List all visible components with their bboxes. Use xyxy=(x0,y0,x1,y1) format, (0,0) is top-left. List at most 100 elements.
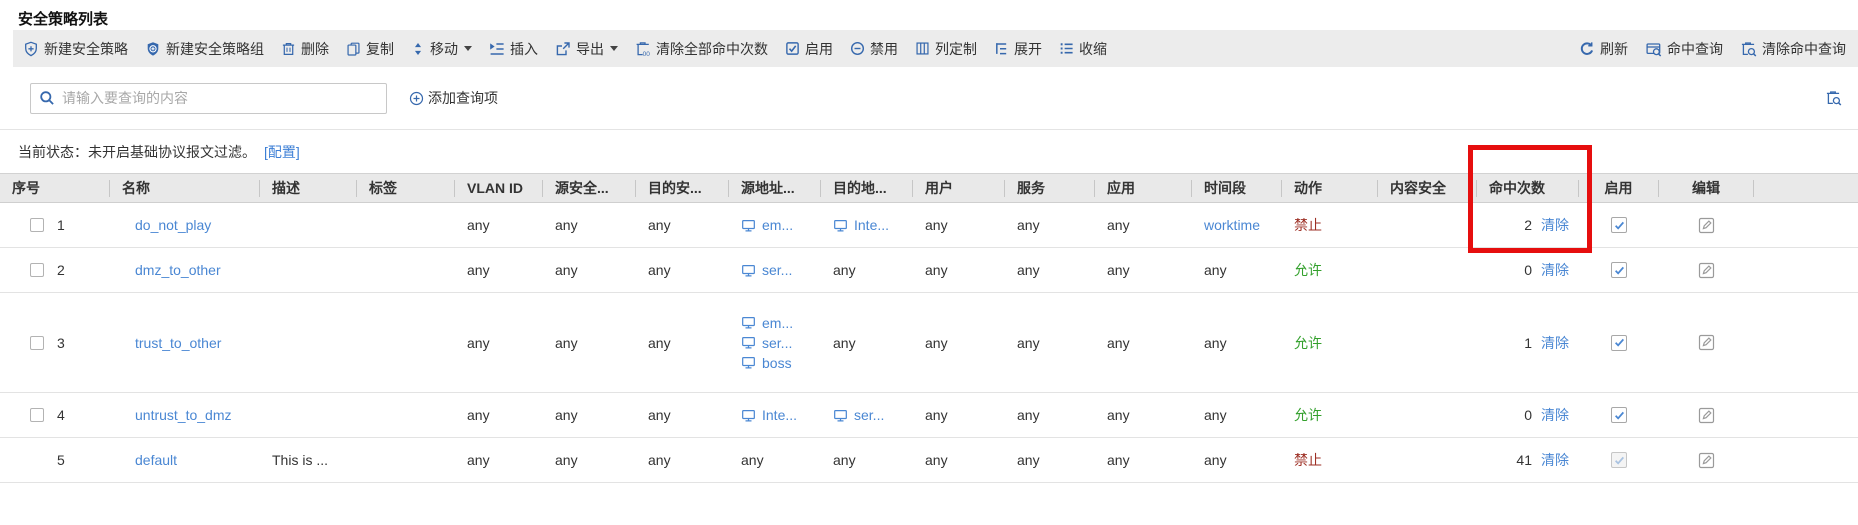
column-header-2: 名称 xyxy=(110,180,260,197)
address-item[interactable]: em... xyxy=(741,217,821,233)
address-item[interactable]: boss xyxy=(741,355,821,371)
service-cell: any xyxy=(1005,452,1095,468)
toolbar-button-enable[interactable]: 启用 xyxy=(785,39,833,59)
config-link[interactable]: [配置] xyxy=(264,144,300,160)
enable-checkbox[interactable] xyxy=(1611,407,1627,423)
edit-cell xyxy=(1659,407,1754,424)
clear-hits-link[interactable]: 清除 xyxy=(1541,405,1569,425)
address-item[interactable]: em... xyxy=(741,315,821,331)
toolbar-button-new-policy-group[interactable]: 新建安全策略组 xyxy=(145,39,264,59)
user-cell: any xyxy=(913,335,1005,351)
enable-cell xyxy=(1579,217,1659,233)
policy-name-link[interactable]: dmz_to_other xyxy=(135,262,221,278)
address-item[interactable]: ser... xyxy=(833,407,913,423)
toolbar-button-clear-hit-query[interactable]: 清除命中查询 xyxy=(1740,39,1846,59)
toolbar-button-copy[interactable]: 复制 xyxy=(346,39,394,59)
src-addr-cell: em... xyxy=(729,217,821,233)
clear-hits-link[interactable]: 清除 xyxy=(1541,260,1569,280)
toolbar-button-move[interactable]: 移动 xyxy=(411,39,472,59)
clear-hits-link[interactable]: 清除 xyxy=(1541,333,1569,353)
policy-name-link[interactable]: do_not_play xyxy=(135,217,211,233)
enable-checkbox[interactable] xyxy=(1611,262,1627,278)
toolbar-button-column-custom[interactable]: 列定制 xyxy=(915,39,977,59)
src-addr-cell: any xyxy=(729,452,821,468)
column-header-13: 时间段 xyxy=(1192,180,1282,197)
toolbar-button-label: 清除全部命中次数 xyxy=(656,39,768,59)
hits-cell: 41 清除 xyxy=(1477,450,1579,470)
policy-name-link[interactable]: trust_to_other xyxy=(135,335,221,351)
column-header-5: VLAN ID xyxy=(455,180,543,197)
search-box[interactable] xyxy=(30,83,387,114)
address-item[interactable]: ser... xyxy=(741,262,821,278)
edit-button[interactable] xyxy=(1698,262,1715,279)
edit-cell xyxy=(1659,334,1754,351)
toolbar-button-new-policy[interactable]: 新建安全策略 xyxy=(23,39,128,59)
edit-button[interactable] xyxy=(1698,334,1715,351)
column-header-7: 目的安... xyxy=(636,180,729,197)
trash-icon xyxy=(281,41,296,57)
column-header-16: 命中次数 xyxy=(1477,180,1579,197)
address-label: em... xyxy=(762,315,793,331)
action-label: 禁止 xyxy=(1294,217,1322,233)
address-label: ser... xyxy=(854,407,884,423)
add-query-button[interactable]: 添加查询项 xyxy=(409,88,498,108)
row-checkbox[interactable] xyxy=(30,218,44,232)
hit-count: 2 xyxy=(1524,217,1532,233)
toolbar-button-label: 插入 xyxy=(510,39,538,59)
enable-cell xyxy=(1579,262,1659,278)
action-cell: 允许 xyxy=(1282,333,1378,353)
action-cell: 允许 xyxy=(1282,405,1378,425)
edit-cell xyxy=(1659,452,1754,469)
edit-cell xyxy=(1659,262,1754,279)
toolbar-button-label: 列定制 xyxy=(935,39,977,59)
action-label: 允许 xyxy=(1294,335,1322,351)
address-item[interactable]: Inte... xyxy=(833,217,913,233)
schedule-link[interactable]: worktime xyxy=(1204,217,1260,233)
toolbar-button-insert[interactable]: 插入 xyxy=(489,39,538,59)
action-label: 禁止 xyxy=(1294,452,1322,468)
policy-name-link[interactable]: untrust_to_dmz xyxy=(135,407,232,423)
row-checkbox[interactable] xyxy=(30,336,44,350)
toolbar-button-clear-all-hits[interactable]: 00清除全部命中次数 xyxy=(635,39,768,59)
app-cell: any xyxy=(1095,452,1192,468)
enable-checkbox[interactable] xyxy=(1611,217,1627,233)
toolbar-button-export[interactable]: 导出 xyxy=(555,39,618,59)
src-zone-cell: any xyxy=(543,262,636,278)
address-item[interactable]: ser... xyxy=(741,335,821,351)
shield-plus-icon xyxy=(23,41,39,57)
policy-name-link[interactable]: default xyxy=(135,452,177,468)
hit-count: 0 xyxy=(1524,407,1532,423)
toolbar-button-collapse[interactable]: 收缩 xyxy=(1059,39,1107,59)
monitor-icon xyxy=(741,218,756,233)
toolbar-button-disable[interactable]: 禁用 xyxy=(850,39,898,59)
row-checkbox[interactable] xyxy=(30,263,44,277)
address-item[interactable]: Inte... xyxy=(741,407,821,423)
hit-count: 41 xyxy=(1516,452,1532,468)
toolbar-button-refresh[interactable]: 刷新 xyxy=(1579,39,1628,59)
edit-button[interactable] xyxy=(1698,217,1715,234)
toolbar-button-expand[interactable]: 展开 xyxy=(994,39,1042,59)
circle-minus-icon xyxy=(850,41,865,56)
dst-zone-cell: any xyxy=(636,452,729,468)
edit-button[interactable] xyxy=(1698,407,1715,424)
toolbar-button-hit-query[interactable]: 命中查询 xyxy=(1645,39,1723,59)
toolbar-button-label: 复制 xyxy=(366,39,394,59)
clear-query-icon[interactable] xyxy=(1825,90,1842,106)
monitor-icon xyxy=(741,335,756,350)
action-label: 允许 xyxy=(1294,407,1322,423)
toolbar-button-delete[interactable]: 删除 xyxy=(281,39,329,59)
monitor-icon xyxy=(741,315,756,330)
row-checkbox[interactable] xyxy=(30,408,44,422)
toolbar-button-label: 删除 xyxy=(301,39,329,59)
clear-hits-link[interactable]: 清除 xyxy=(1541,215,1569,235)
enable-checkbox[interactable] xyxy=(1611,335,1627,351)
trash-search-icon xyxy=(1740,41,1757,57)
enable-checkbox[interactable] xyxy=(1611,452,1627,468)
clear-hits-link[interactable]: 清除 xyxy=(1541,450,1569,470)
dst-addr-cell: any xyxy=(821,262,913,278)
refresh-icon xyxy=(1579,41,1595,57)
user-cell: any xyxy=(913,262,1005,278)
toolbar-button-label: 导出 xyxy=(576,39,604,59)
edit-button[interactable] xyxy=(1698,452,1715,469)
search-input[interactable] xyxy=(62,90,378,106)
